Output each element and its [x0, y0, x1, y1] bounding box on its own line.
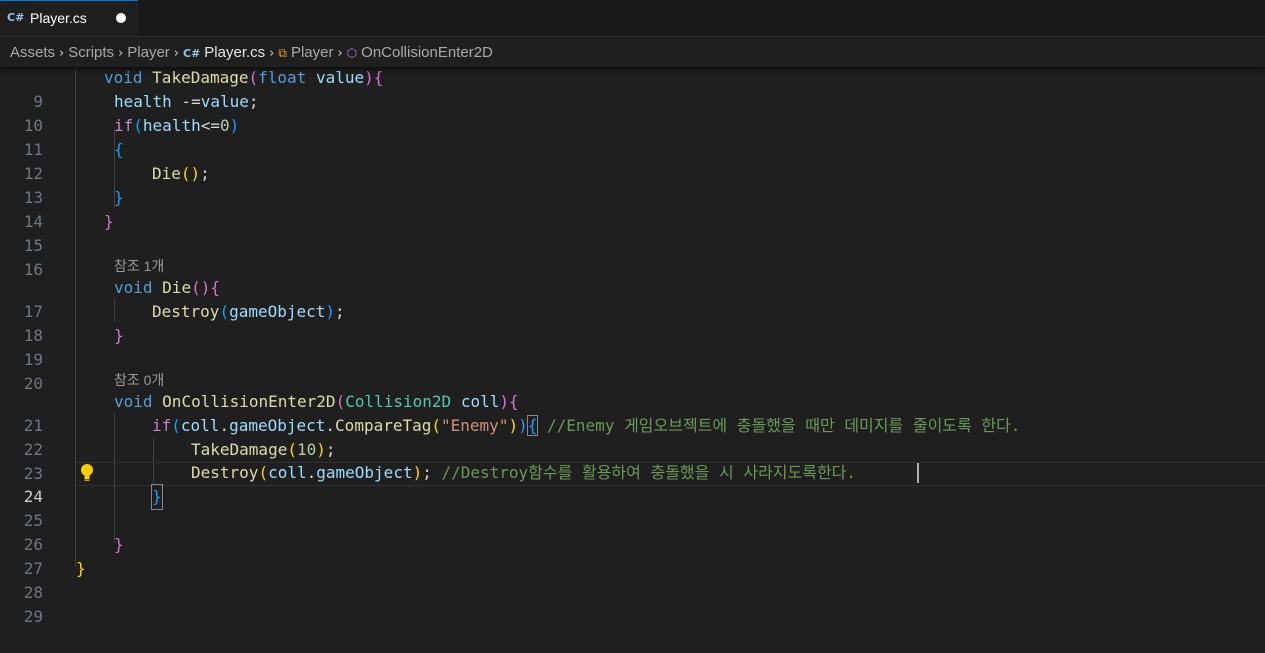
code-line-12[interactable]: 12 { [0, 138, 1265, 183]
code-line-24[interactable]: 24 Destroy(coll.gameObject); //Destroy함수… [0, 461, 1265, 506]
code-text: TakeDamage(10); [191, 440, 336, 459]
code-line-22[interactable]: 22 if(coll.gameObject.CompareTag("Enemy"… [0, 414, 1265, 459]
codelens-references[interactable]: 참조 1개 [114, 255, 164, 277]
code-text: void OnCollisionEnter2D(Collision2D coll… [114, 392, 519, 411]
code-text: Destroy(coll.gameObject); //Destroy함수를 활… [191, 463, 857, 482]
breadcrumb-method[interactable]: OnCollisionEnter2D [361, 44, 493, 61]
code-line-21[interactable]: 21 void OnCollisionEnter2D(Collision2D c… [0, 390, 1265, 435]
code-line-15[interactable]: 15 } [0, 210, 1265, 255]
code-line-27[interactable]: 27 } [0, 533, 1265, 578]
line-number: 29 [23, 607, 43, 626]
code-line-13[interactable]: 13 Die(); [0, 162, 1265, 207]
code-text: health -=value; [114, 92, 259, 111]
code-line-14[interactable]: 14 } [0, 186, 1265, 231]
code-line-10[interactable]: 10 health -=value; [0, 90, 1265, 135]
code-line-28[interactable]: 28 } [0, 557, 1265, 602]
code-line-17[interactable]: 17 void Die(){ [0, 276, 1265, 321]
code-text: } [76, 559, 86, 578]
code-line-20[interactable]: 20 [0, 348, 1265, 393]
code-text: void TakeDamage(float value){ [104, 68, 384, 87]
code-line-9[interactable]: 9 void TakeDamage(float value){ [0, 66, 1265, 111]
breadcrumb-player-folder[interactable]: Player [127, 44, 170, 61]
csharp-file-icon: C# [7, 11, 25, 24]
code-line-29[interactable]: 29 [0, 581, 1265, 626]
code-text: if(coll.gameObject.CompareTag("Enemy")){… [152, 415, 1021, 436]
lightbulb-icon[interactable] [78, 462, 96, 484]
code-text: Destroy(gameObject); [152, 302, 345, 321]
tab-bar: C# Player.cs [0, 0, 1265, 37]
code-line-18[interactable]: 18 Destroy(gameObject); [0, 300, 1265, 345]
chevron-right-icon: › [269, 46, 275, 61]
unsaved-dot-icon[interactable] [116, 13, 126, 23]
method-icon: ⬡ [346, 46, 358, 60]
codelens-references[interactable]: 참조 0개 [114, 369, 164, 391]
code-editor[interactable]: 9 void TakeDamage(float value){ 10 healt… [0, 67, 1265, 635]
breadcrumb: Assets › Scripts › Player › C# Player.cs › ⧉ Playe… [0, 37, 1265, 67]
tab-label: Player.cs [30, 10, 87, 26]
breadcrumb-class[interactable]: Player [291, 44, 334, 61]
class-icon: ⧉ [278, 46, 287, 60]
code-text: if(health<=0) [114, 116, 240, 135]
code-text: void Die(){ [114, 278, 220, 297]
breadcrumb-scripts[interactable]: Scripts [68, 44, 114, 61]
breadcrumb-assets[interactable]: Assets [10, 44, 55, 61]
csharp-file-icon: C# [183, 47, 201, 60]
code-line-11[interactable]: 11 if(health<=0) [0, 114, 1265, 159]
code-text: } [104, 212, 114, 231]
code-line-25[interactable]: 25 } [0, 484, 1265, 530]
breadcrumb-file[interactable]: Player.cs [204, 44, 265, 61]
code-line-19[interactable]: 19 } [0, 324, 1265, 369]
code-line-26[interactable]: 26 [0, 509, 1265, 554]
chevron-right-icon: › [337, 46, 343, 61]
code-line-23[interactable]: 23 TakeDamage(10); [0, 438, 1265, 483]
code-text: } [114, 535, 124, 554]
code-text: Die(); [152, 164, 210, 183]
code-text: } [114, 188, 124, 207]
chevron-right-icon: › [118, 46, 124, 61]
chevron-right-icon: › [173, 46, 179, 61]
code-text: } [151, 484, 163, 510]
code-text: } [114, 326, 124, 345]
text-cursor [917, 463, 919, 483]
chevron-right-icon: › [59, 46, 65, 61]
tab-player-cs[interactable]: C# Player.cs [0, 0, 138, 36]
code-line-16[interactable]: 16 [0, 234, 1265, 279]
code-text: { [114, 140, 124, 159]
